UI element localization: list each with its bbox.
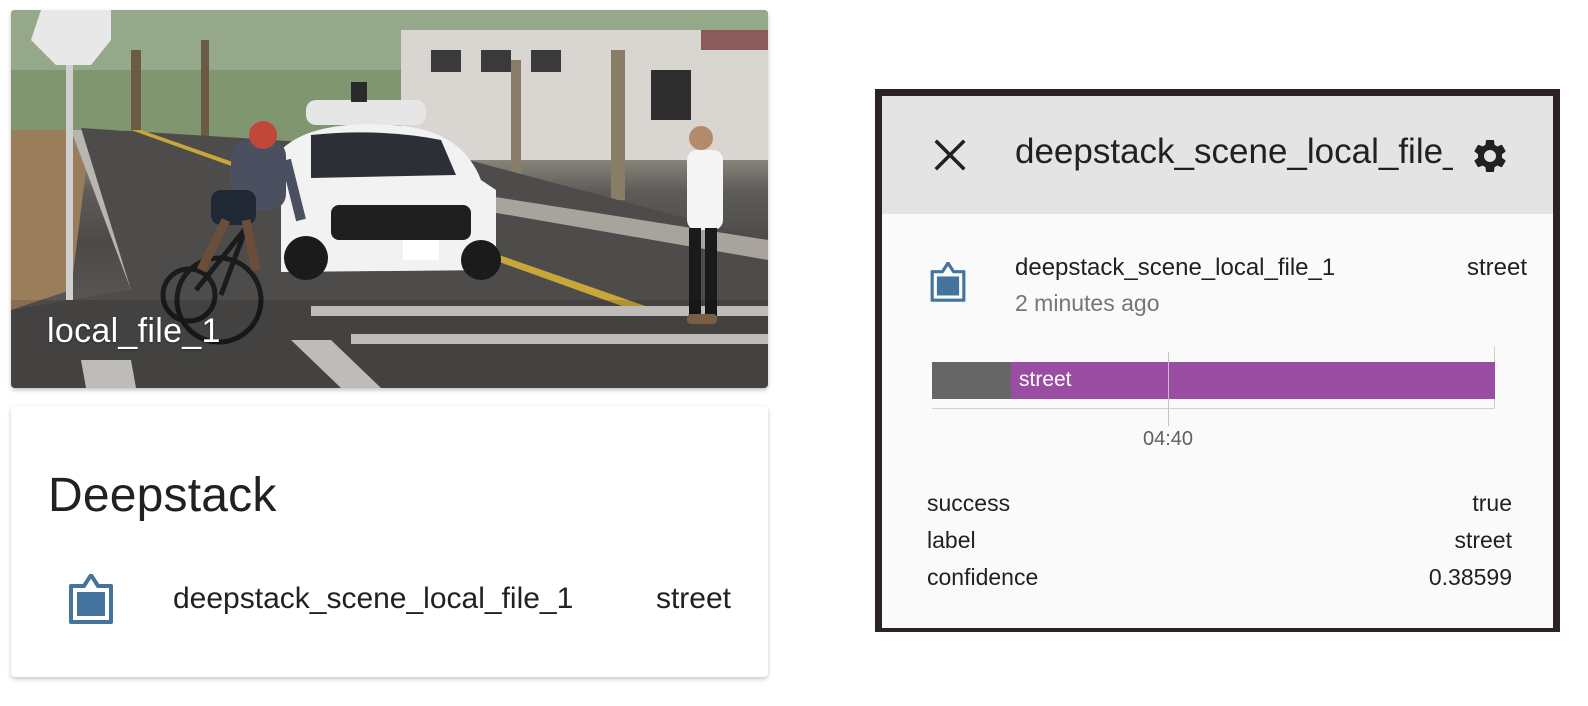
timeline-tick [1168, 352, 1169, 426]
close-icon[interactable] [931, 136, 969, 174]
clipboard-icon[interactable] [67, 574, 115, 624]
timeline-segment-unknown[interactable] [932, 362, 1011, 399]
more-info-dialog: deepstack_scene_local_file_1 deepstack_s… [882, 96, 1553, 628]
attribute-key: success [927, 490, 1011, 516]
dialog-backdrop: deepstack_scene_local_file_1 deepstack_s… [875, 89, 1560, 632]
entity-state: street [655, 582, 731, 615]
clipboard-icon [930, 262, 966, 302]
attributes-table: success true label street confidence 0.3… [927, 490, 1512, 601]
camera-card[interactable]: local_file_1 [11, 10, 768, 388]
camera-title: local_file_1 [47, 312, 221, 350]
attribute-key: confidence [927, 564, 1039, 590]
card-title: Deepstack [48, 469, 277, 522]
state-card: deepstack_scene_local_file_1 2 minutes a… [882, 248, 1553, 318]
attribute-value: true [1472, 490, 1512, 516]
attribute-row: success true [927, 490, 1512, 527]
state-name: deepstack_scene_local_file_1 [1015, 254, 1336, 281]
timeline-axis [932, 408, 1495, 409]
gear-icon[interactable] [1470, 136, 1510, 176]
attribute-value: street [1454, 527, 1512, 553]
entity-row[interactable]: deepstack_scene_local_file_1 street [11, 566, 768, 628]
timeline-segment-label: street [1019, 368, 1072, 391]
timeline-segment-street[interactable]: street [1011, 362, 1495, 399]
dialog-title: deepstack_scene_local_file_1 [1015, 132, 1453, 171]
entities-card: Deepstack deepstack_scene_local_file_1 s… [11, 406, 768, 677]
attribute-row: confidence 0.38599 [927, 564, 1512, 601]
attribute-row: label street [927, 527, 1512, 564]
dialog-header: deepstack_scene_local_file_1 [882, 96, 1553, 214]
timeline-tick-label: 04:40 [1142, 428, 1194, 450]
relative-time: 2 minutes ago [1015, 290, 1160, 316]
state-value: street [1466, 254, 1527, 281]
attribute-key: label [927, 527, 976, 553]
entity-name[interactable]: deepstack_scene_local_file_1 [173, 582, 573, 616]
attribute-value: 0.38599 [1428, 564, 1512, 590]
history-timeline[interactable]: street 04:40 [932, 346, 1495, 456]
